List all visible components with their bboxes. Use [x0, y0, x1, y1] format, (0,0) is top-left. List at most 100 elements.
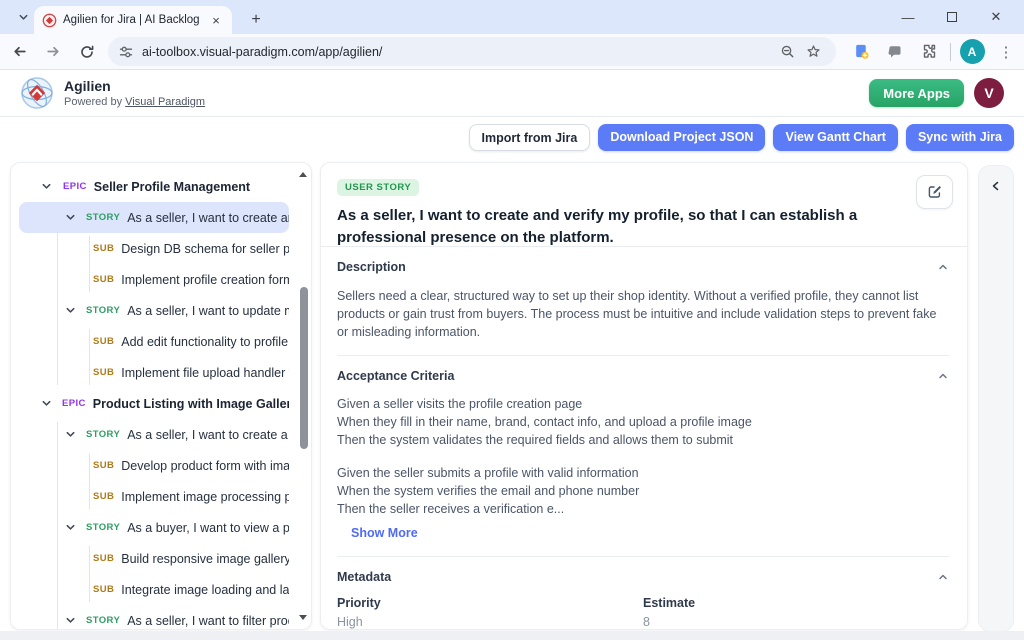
- star-icon: [806, 44, 821, 59]
- tree-item-sub[interactable]: SUB Build responsive image gallery co...: [19, 543, 289, 574]
- chevron-down-icon[interactable]: [41, 398, 52, 409]
- visual-paradigm-logo: [20, 76, 54, 110]
- acceptance-criteria-section: Acceptance Criteria Given a seller visit…: [337, 356, 949, 557]
- item-label: Build responsive image gallery co...: [121, 552, 289, 566]
- url-text[interactable]: ai-toolbox.visual-paradigm.com/app/agili…: [142, 45, 774, 59]
- estimate-field: Estimate 8: [643, 596, 949, 629]
- bookmark-button[interactable]: [800, 39, 826, 65]
- edit-button[interactable]: [916, 175, 953, 209]
- user-avatar[interactable]: V: [974, 78, 1004, 108]
- item-label: As a seller, I want to update my...: [127, 304, 289, 318]
- tree-item-story[interactable]: STORYAs a seller, I want to create a pr.…: [19, 419, 289, 450]
- reading-list-button[interactable]: [847, 38, 875, 66]
- tab-close-icon[interactable]: ×: [208, 13, 224, 28]
- acceptance-body: Given a seller visits the profile creati…: [337, 396, 945, 517]
- site-settings-icon[interactable]: [118, 44, 134, 60]
- visual-paradigm-link[interactable]: Visual Paradigm: [125, 96, 205, 108]
- item-type-badge: SUB: [93, 584, 114, 595]
- item-label: Implement file upload handler fo...: [121, 366, 289, 380]
- item-type-badge: STORY: [86, 522, 120, 533]
- tree-item-story[interactable]: STORYAs a seller, I want to filter produ…: [19, 605, 289, 630]
- item-label: As a buyer, I want to view a pro...: [127, 521, 289, 535]
- forward-arrow-icon: [45, 43, 62, 60]
- item-type-badge: EPIC: [63, 181, 87, 192]
- reload-icon: [79, 44, 95, 60]
- item-type-badge: USER STORY: [337, 179, 419, 196]
- profile-avatar: A: [960, 39, 985, 64]
- site-favicon: [42, 13, 57, 28]
- chevron-down-icon[interactable]: [65, 522, 76, 533]
- chevron-down-icon[interactable]: [65, 429, 76, 440]
- chevron-up-icon[interactable]: [937, 571, 949, 583]
- browser-menu-button[interactable]: ⋮: [992, 38, 1020, 66]
- tree-item-sub[interactable]: SUBDesign DB schema for seller pro...: [19, 233, 289, 264]
- view-gantt-chart-button[interactable]: View Gantt Chart: [773, 124, 897, 151]
- show-more-link[interactable]: Show More: [351, 526, 949, 540]
- section-title: Description: [337, 260, 406, 274]
- story-sections: Description Sellers need a clear, struct…: [321, 247, 967, 630]
- right-panel-collapse[interactable]: [978, 165, 1014, 632]
- tree-item-story[interactable]: STORY As a buyer, I want to view a pro...: [19, 512, 289, 543]
- close-button[interactable]: ✕: [974, 0, 1018, 34]
- tree-item-sub[interactable]: SUBImplement image processing pip...: [19, 481, 289, 512]
- minimize-button[interactable]: —: [886, 0, 930, 34]
- item-type-badge: SUB: [93, 243, 114, 254]
- tree-item-sub[interactable]: SUBImplement profile creation form ...: [19, 264, 289, 295]
- address-bar[interactable]: ai-toolbox.visual-paradigm.com/app/agili…: [108, 37, 836, 66]
- sync-with-jira-button[interactable]: Sync with Jira: [906, 124, 1014, 151]
- zoom-out-button[interactable]: [774, 39, 800, 65]
- item-type-badge: STORY: [86, 305, 120, 316]
- tab-search-button[interactable]: [10, 7, 36, 28]
- tree-item-story[interactable]: STORY As a seller, I want to update my...: [19, 295, 289, 326]
- browser-tab[interactable]: Agilien for Jira | AI Backlog Stru ×: [34, 6, 232, 34]
- maximize-button[interactable]: [930, 0, 974, 34]
- toolbar-divider: [950, 43, 951, 61]
- tree-item-sub[interactable]: SUBDevelop product form with imag...: [19, 450, 289, 481]
- tree-item-epic[interactable]: EPICSeller Profile Management: [19, 171, 289, 202]
- edit-pencil-icon: [927, 184, 943, 200]
- chevron-up-icon[interactable]: [937, 261, 949, 273]
- browser-tabstrip: Agilien for Jira | AI Backlog Stru × + —…: [0, 0, 1024, 34]
- item-type-badge: SUB: [93, 336, 114, 347]
- item-label: As a seller, I want to filter produ...: [127, 614, 289, 628]
- item-type-badge: SUB: [93, 553, 114, 564]
- reload-button[interactable]: [72, 37, 102, 67]
- profile-button[interactable]: A: [958, 38, 986, 66]
- tree-item-sub[interactable]: SUBImplement file upload handler fo...: [19, 357, 289, 388]
- item-label: Product Listing with Image Galleries: [93, 397, 289, 411]
- forward-button[interactable]: [38, 37, 68, 67]
- chevron-left-icon: [990, 180, 1002, 192]
- backlog-tree: EPICSeller Profile ManagementSTORYAs a s…: [10, 162, 312, 630]
- tree-item-sub[interactable]: SUBIntegrate image loading and lazy...: [19, 574, 289, 605]
- new-tab-button[interactable]: +: [244, 8, 268, 32]
- tree-scroll-down-icon[interactable]: [299, 615, 307, 624]
- zoom-out-icon: [780, 44, 795, 59]
- feedback-button[interactable]: [881, 38, 909, 66]
- tree-item-story[interactable]: STORY As a seller, I want to create and .…: [19, 202, 289, 233]
- item-label: As a seller, I want to create and ...: [127, 211, 289, 225]
- tree-scrollbar[interactable]: [300, 287, 308, 449]
- chevron-down-icon[interactable]: [65, 212, 76, 223]
- chevron-up-icon[interactable]: [937, 370, 949, 382]
- app-title-block: Agilien Powered by Visual Paradigm: [64, 78, 205, 108]
- chevron-down-icon[interactable]: [65, 615, 76, 626]
- extensions-button[interactable]: [915, 38, 943, 66]
- item-type-badge: STORY: [86, 212, 120, 223]
- import-from-jira-button[interactable]: Import from Jira: [469, 124, 591, 151]
- download-project-json-button[interactable]: Download Project JSON: [598, 124, 765, 151]
- tree-item-epic[interactable]: EPICProduct Listing with Image Galleries: [19, 388, 289, 419]
- tree-item-sub[interactable]: SUBAdd edit functionality to profile ...: [19, 326, 289, 357]
- app-identity: Agilien Powered by Visual Paradigm: [20, 76, 205, 110]
- description-text: Sellers need a clear, structured way to …: [337, 287, 945, 341]
- tree-scroll-up-icon[interactable]: [299, 168, 307, 177]
- metadata-section: Metadata Priority High Estimate 8 Timeli…: [337, 557, 949, 630]
- more-apps-button[interactable]: More Apps: [869, 79, 964, 107]
- puzzle-icon: [921, 43, 938, 60]
- comment-icon: [887, 44, 903, 60]
- priority-field: Priority High: [337, 596, 643, 629]
- action-buttons: Import from Jira Download Project JSON V…: [469, 124, 1015, 151]
- tab-title: Agilien for Jira | AI Backlog Stru: [63, 14, 202, 26]
- chevron-down-icon[interactable]: [41, 181, 53, 192]
- back-button[interactable]: [4, 37, 34, 67]
- chevron-down-icon[interactable]: [65, 305, 76, 316]
